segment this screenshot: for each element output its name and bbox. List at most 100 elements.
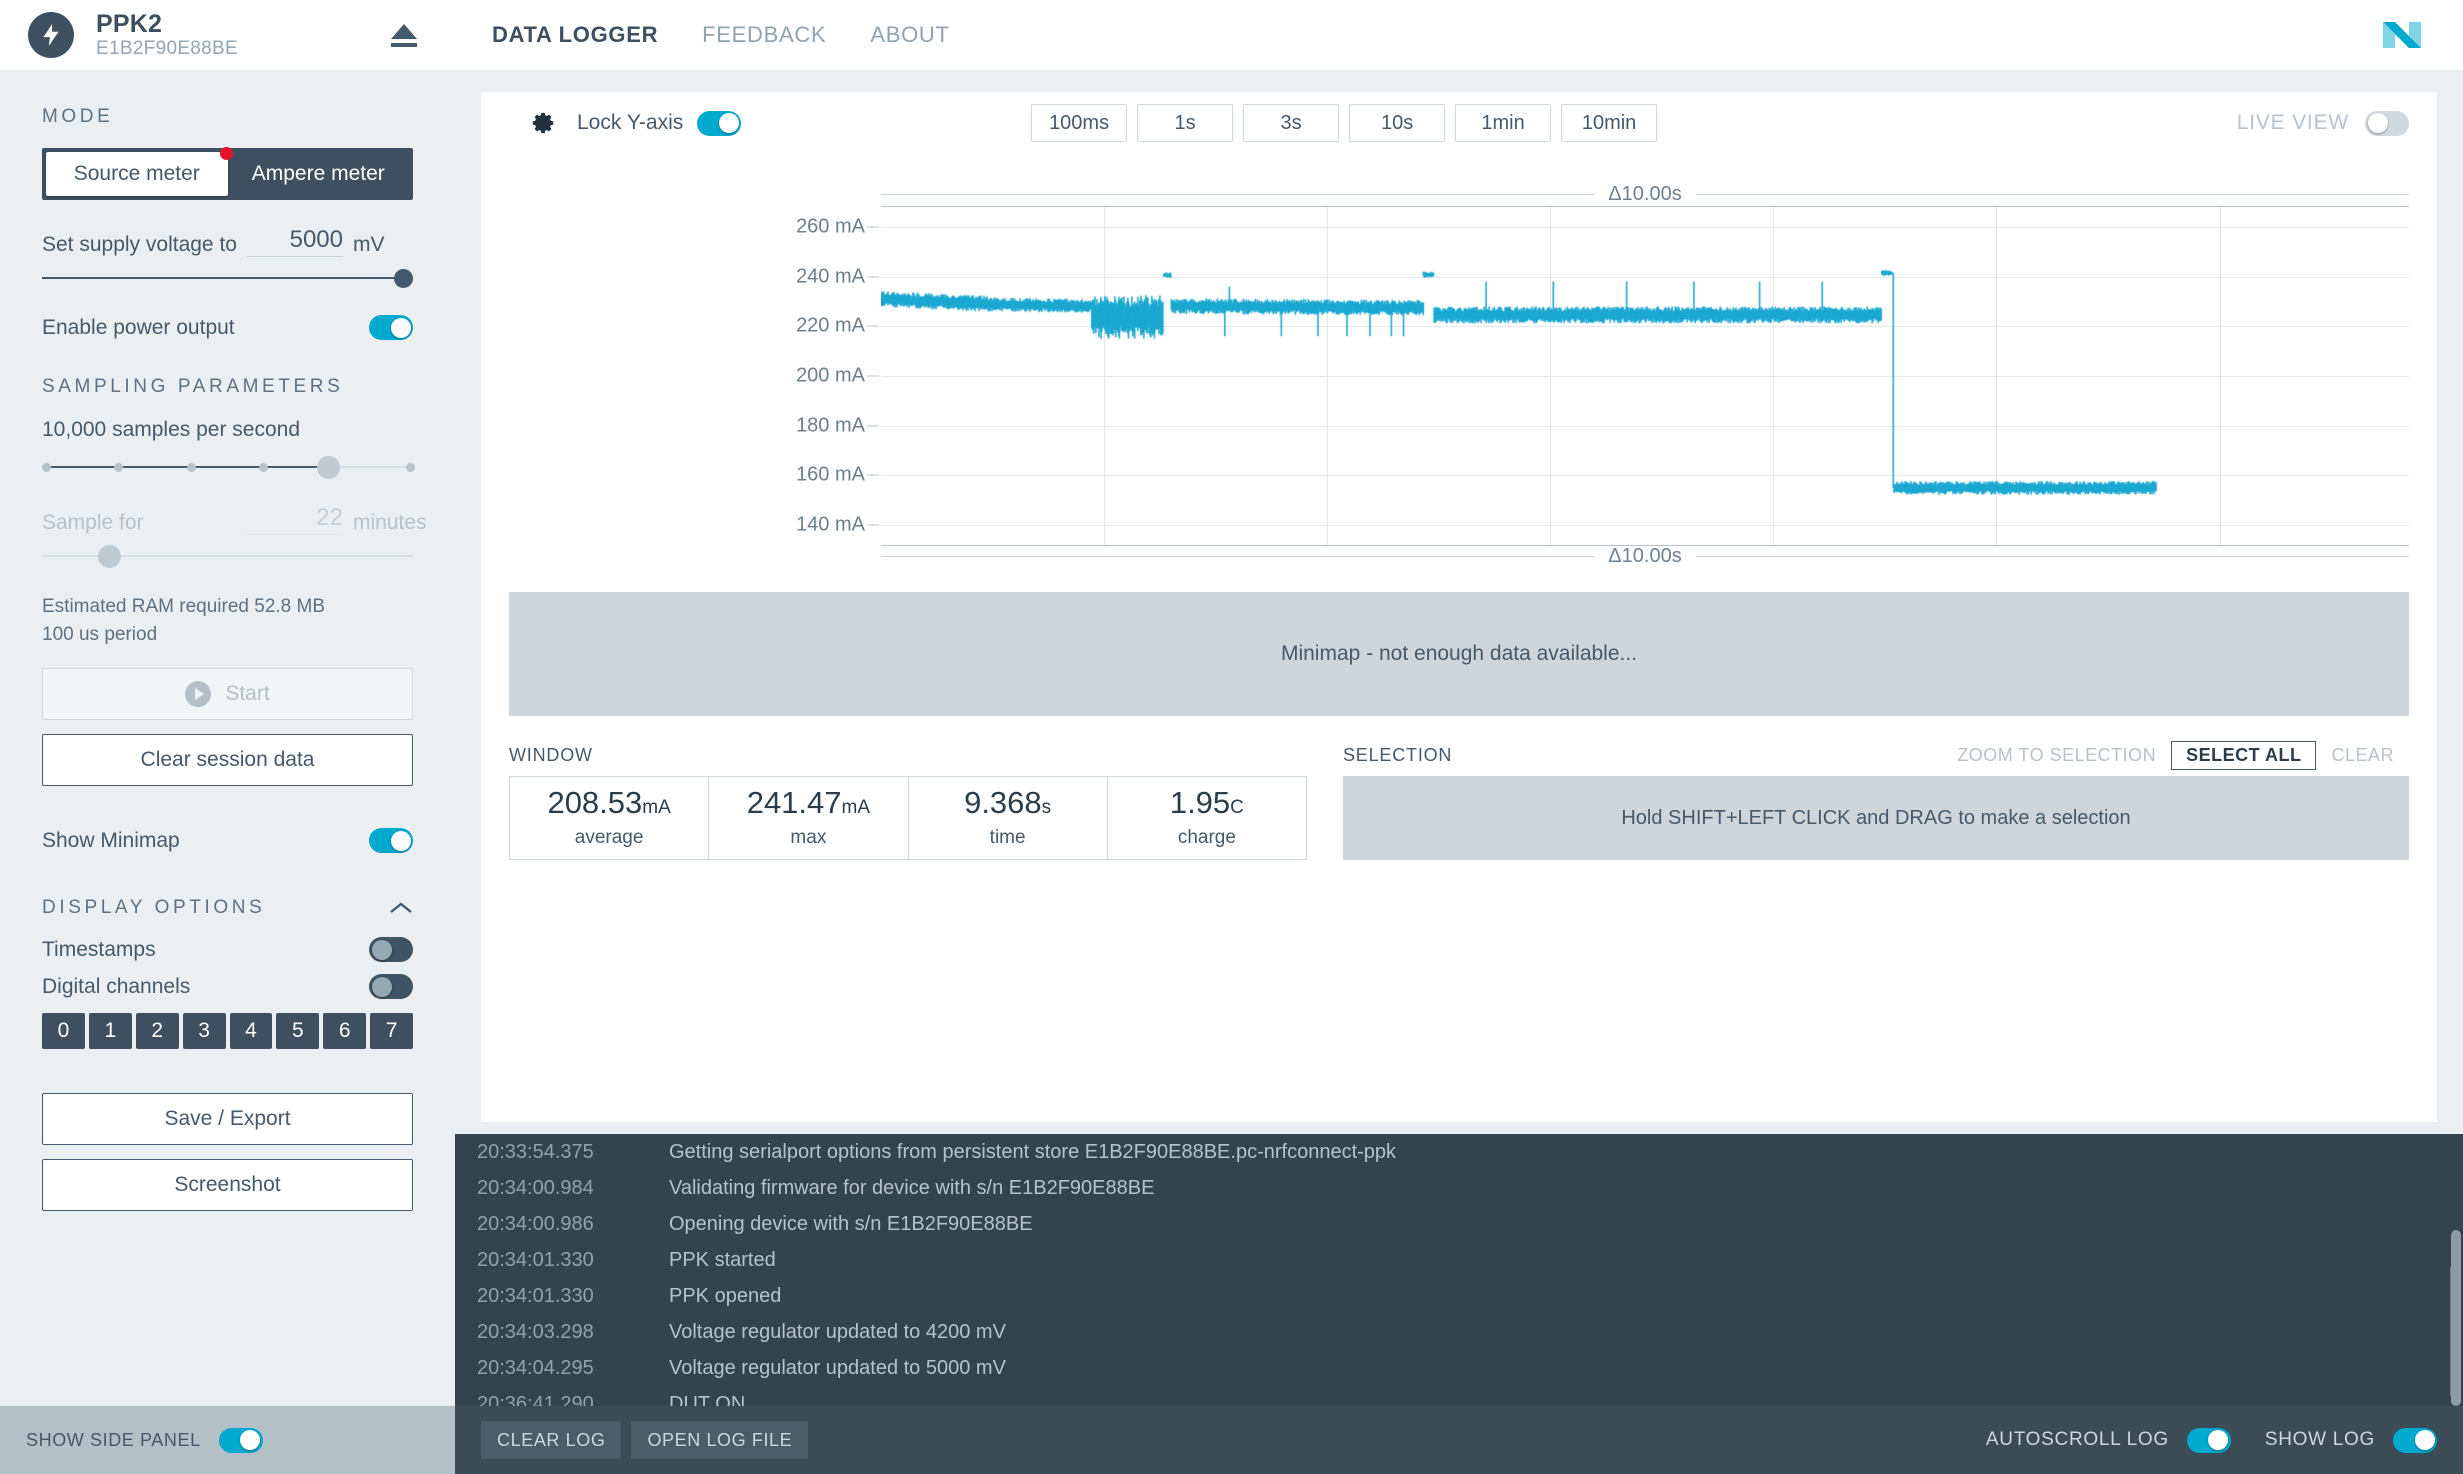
start-button[interactable]: Start — [42, 668, 413, 721]
clear-selection-button[interactable]: CLEAR — [2316, 741, 2409, 770]
sampling-rate-slider-knob[interactable] — [316, 456, 340, 479]
eject-icon[interactable] — [387, 19, 421, 51]
log-message: PPK started — [669, 1249, 776, 1271]
digital-channel-4[interactable]: 4 — [229, 1013, 273, 1050]
stat-charge-name: charge — [1177, 827, 1236, 849]
app-scrollbar[interactable] — [2451, 1230, 2461, 1406]
digital-channel-0[interactable]: 0 — [42, 1013, 85, 1050]
digital-channel-6[interactable]: 6 — [323, 1013, 367, 1050]
sample-for-slider-knob[interactable] — [97, 545, 121, 568]
sample-for-slider[interactable] — [42, 545, 413, 568]
zoom-to-selection-button[interactable]: ZOOM TO SELECTION — [1942, 741, 2171, 770]
supply-voltage-unit: mV — [353, 233, 385, 256]
log-time: 20:34:00.984 — [477, 1177, 594, 1199]
show-minimap-label: Show Minimap — [42, 828, 180, 852]
minimap[interactable]: Minimap - not enough data available... — [509, 592, 2409, 716]
tab-data-logger[interactable]: DATA LOGGER — [470, 0, 680, 70]
time-btn-1s[interactable]: 1s — [1137, 104, 1234, 142]
start-button-label: Start — [225, 682, 270, 706]
save-export-button[interactable]: Save / Export — [42, 1093, 413, 1146]
lock-y-axis-toggle[interactable] — [697, 110, 742, 136]
supply-voltage-slider-knob[interactable] — [394, 269, 413, 288]
digital-channels-row: Digital channels — [42, 974, 413, 1000]
clear-session-data-label: Clear session data — [140, 748, 315, 772]
open-log-file-button[interactable]: OPEN LOG FILE — [631, 1421, 809, 1459]
enable-power-output-row: Enable power output — [42, 315, 413, 340]
show-minimap-toggle[interactable] — [369, 828, 413, 854]
stat-time-value: 9.368 — [964, 784, 1042, 820]
display-options-header[interactable]: DISPLAY OPTIONS — [42, 897, 413, 919]
live-view-control: LIVE VIEW — [2236, 110, 2409, 136]
chart-card: Lock Y-axis 100ms 1s 3s 10s 1min 10min L… — [481, 92, 2437, 1122]
delta-bottom-label: Δ10.00s — [1608, 544, 1682, 567]
show-log-toggle[interactable] — [2393, 1427, 2437, 1453]
select-all-button[interactable]: SELECT ALL — [2171, 740, 2317, 770]
log-message: Validating firmware for device with s/n … — [669, 1177, 1155, 1199]
stat-average-value: 208.53 — [547, 784, 643, 820]
log-time: 20:33:54.375 — [477, 1141, 594, 1163]
chevron-up-icon[interactable] — [389, 901, 413, 915]
timestamps-row: Timestamps — [42, 937, 413, 963]
time-btn-1min[interactable]: 1min — [1455, 104, 1552, 142]
sampling-rate-slider[interactable] — [42, 456, 415, 479]
supply-voltage-slider-track — [42, 277, 413, 279]
log-row: 20:34:03.298 Voltage regulator updated t… — [455, 1314, 2463, 1350]
enable-power-output-toggle[interactable] — [369, 315, 413, 340]
time-btn-100ms[interactable]: 100ms — [1031, 104, 1128, 142]
ytick-label-260: 260 mA — [796, 215, 865, 238]
log-panel[interactable]: 20:33:54.375 Getting serialport options … — [455, 1134, 2463, 1406]
gear-icon[interactable] — [531, 110, 557, 136]
ytick-label-200: 200 mA — [796, 364, 865, 387]
ram-required-line: Estimated RAM required 52.8 MB — [42, 596, 326, 617]
screenshot-button[interactable]: Screenshot — [42, 1159, 413, 1212]
stat-charge: 1.95C charge — [1108, 777, 1306, 859]
autoscroll-log-label: AUTOSCROLL LOG — [1985, 1429, 2169, 1450]
chart-canvas[interactable]: 260 mA 240 mA 220 mA 200 mA 180 mA 160 m… — [796, 206, 2409, 546]
log-row: 20:34:01.330 PPK started — [455, 1242, 2463, 1278]
show-minimap-row: Show Minimap — [42, 828, 413, 854]
device-serial: E1B2F90E88BE — [96, 38, 238, 60]
time-btn-10min[interactable]: 10min — [1561, 104, 1658, 142]
power-bolt-icon — [28, 12, 74, 58]
log-message: PPK opened — [669, 1285, 782, 1307]
ytick-label-240: 240 mA — [796, 265, 865, 288]
stat-max-unit: mA — [841, 796, 871, 818]
digital-channel-3[interactable]: 3 — [182, 1013, 226, 1050]
supply-voltage-slider[interactable] — [42, 267, 413, 289]
mode-ampere-meter-button[interactable]: Ampere meter — [228, 152, 410, 196]
sample-for-input[interactable]: 22 — [247, 504, 343, 535]
selection-actions: ZOOM TO SELECTION SELECT ALL CLEAR — [1942, 740, 2409, 770]
sampling-rate-tick-2 — [186, 463, 196, 472]
mode-section-title: MODE — [42, 106, 114, 127]
period-line: 100 us period — [42, 623, 158, 645]
digital-channel-1[interactable]: 1 — [88, 1013, 132, 1050]
time-btn-3s[interactable]: 3s — [1243, 104, 1340, 142]
stat-time-unit: s — [1041, 796, 1052, 818]
live-view-toggle[interactable] — [2365, 110, 2409, 136]
ytick-label-180: 180 mA — [796, 414, 865, 437]
log-time: 20:34:03.298 — [477, 1321, 594, 1343]
digital-channel-2[interactable]: 2 — [135, 1013, 179, 1050]
selection-drop-area[interactable]: Hold SHIFT+LEFT CLICK and DRAG to make a… — [1343, 776, 2409, 860]
time-btn-10s[interactable]: 10s — [1349, 104, 1446, 142]
supply-voltage-input[interactable]: 5000 — [247, 226, 343, 257]
clear-session-data-button[interactable]: Clear session data — [42, 734, 413, 787]
digital-channel-5[interactable]: 5 — [276, 1013, 320, 1050]
tab-about[interactable]: ABOUT — [848, 0, 971, 70]
digital-channels-toggle[interactable] — [369, 974, 413, 1000]
log-row: 20:34:00.984 Validating firmware for dev… — [455, 1170, 2463, 1206]
tab-feedback[interactable]: FEEDBACK — [680, 0, 848, 70]
log-row: 20:36:41.290 DUT ON — [455, 1386, 2463, 1406]
display-options-title: DISPLAY OPTIONS — [42, 897, 266, 919]
timestamps-toggle[interactable] — [369, 937, 413, 963]
mode-source-meter-button[interactable]: Source meter — [46, 147, 233, 196]
live-view-label: LIVE VIEW — [2236, 111, 2349, 134]
show-side-panel-toggle[interactable] — [218, 1427, 263, 1453]
ytick-label-160: 160 mA — [796, 463, 865, 486]
autoscroll-log-toggle[interactable] — [2186, 1427, 2231, 1453]
top-bar: PPK2 E1B2F90E88BE DATA LOGGER FEEDBACK A… — [0, 0, 2463, 70]
clear-log-button[interactable]: CLEAR LOG — [481, 1421, 622, 1459]
digital-channel-7[interactable]: 7 — [370, 1013, 413, 1050]
log-row: 20:33:54.375 Getting serialport options … — [455, 1134, 2463, 1170]
screenshot-label: Screenshot — [174, 1173, 281, 1197]
